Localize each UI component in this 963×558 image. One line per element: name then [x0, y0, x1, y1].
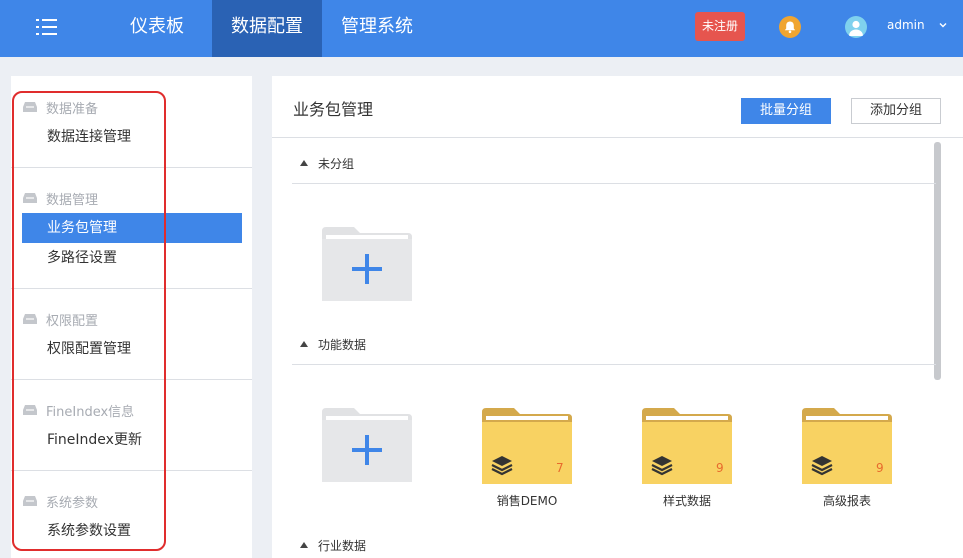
- sidebar-item-multipath[interactable]: 多路径设置: [22, 243, 242, 273]
- section-header-ungrouped[interactable]: 未分组: [300, 155, 354, 171]
- tray-icon: [23, 314, 37, 324]
- package-count: 7: [556, 461, 564, 475]
- folder-icon: 9: [642, 408, 732, 484]
- package-name: 销售DEMO: [496, 494, 558, 508]
- tray-icon: [23, 405, 37, 415]
- package-card[interactable]: 9 样式数据: [642, 408, 732, 508]
- divider: [11, 379, 252, 380]
- chevron-down-icon[interactable]: [938, 20, 948, 30]
- section-title: 功能数据: [318, 337, 367, 352]
- tray-icon: [23, 193, 37, 203]
- menu-list-icon[interactable]: [36, 17, 58, 37]
- add-package-folder-icon[interactable]: [322, 227, 412, 301]
- group-title-text: 数据准备: [46, 101, 99, 117]
- sidebar: 数据准备 数据连接管理 数据管理 业务包管理 多路径设置 权限配置 权限配置管理…: [11, 76, 252, 558]
- section-title: 未分组: [318, 156, 355, 171]
- divider: [11, 288, 252, 289]
- unregistered-badge[interactable]: 未注册: [695, 12, 745, 41]
- group-title-text: FineIndex信息: [46, 404, 135, 420]
- divider: [292, 364, 936, 365]
- collapse-triangle-icon: [300, 341, 308, 347]
- sidebar-item-system-params-settings[interactable]: 系统参数设置: [22, 516, 242, 546]
- sidebar-group-fineindex: FineIndex信息: [23, 400, 134, 420]
- package-card[interactable]: 7 销售DEMO: [482, 408, 572, 508]
- section-header-industry-data[interactable]: 行业数据: [300, 537, 366, 553]
- bell-icon[interactable]: [779, 16, 801, 38]
- username[interactable]: admin: [887, 18, 925, 32]
- sidebar-item-permission-management[interactable]: 权限配置管理: [22, 334, 242, 364]
- sidebar-item-fineindex-update[interactable]: FineIndex更新: [22, 425, 242, 455]
- section-title: 行业数据: [318, 538, 367, 553]
- package-card[interactable]: 9 高级报表: [802, 408, 892, 508]
- section-header-function-data[interactable]: 功能数据: [300, 336, 366, 352]
- top-bar: 仪表板 数据配置 管理系统 未注册 admin: [0, 0, 963, 57]
- group-title-text: 系统参数: [46, 495, 99, 511]
- tab-management-system[interactable]: 管理系统: [322, 0, 432, 57]
- add-group-button[interactable]: 添加分组: [851, 98, 941, 124]
- divider: [292, 183, 936, 184]
- folder-icon: 9: [802, 408, 892, 484]
- group-title-text: 数据管理: [46, 192, 99, 208]
- page-title: 业务包管理: [293, 100, 374, 119]
- tab-data-config[interactable]: 数据配置: [212, 0, 322, 57]
- divider: [11, 470, 252, 471]
- sidebar-item-business-package[interactable]: 业务包管理: [22, 213, 242, 243]
- divider: [11, 167, 252, 168]
- sidebar-group-data-prep: 数据准备: [23, 97, 98, 117]
- package-count: 9: [716, 461, 724, 475]
- sidebar-group-system-params: 系统参数: [23, 491, 98, 511]
- tray-icon: [23, 496, 37, 506]
- batch-group-button[interactable]: 批量分组: [741, 98, 831, 124]
- package-name: 高级报表: [822, 494, 871, 508]
- package-name: 样式数据: [662, 494, 711, 508]
- add-package-folder-icon[interactable]: [322, 408, 412, 482]
- sidebar-group-permission: 权限配置: [23, 309, 98, 329]
- user-avatar-icon[interactable]: [845, 16, 867, 38]
- vertical-scrollbar[interactable]: [934, 142, 941, 380]
- tab-dashboard[interactable]: 仪表板: [108, 0, 206, 57]
- folder-icon: 7: [482, 408, 572, 484]
- sidebar-item-data-connection[interactable]: 数据连接管理: [22, 122, 242, 152]
- package-count: 9: [876, 461, 884, 475]
- tray-icon: [23, 102, 37, 112]
- divider: [272, 137, 963, 138]
- collapse-triangle-icon: [300, 542, 308, 548]
- main-panel: 业务包管理 批量分组 添加分组 未分组 功能数据 7 销售DEMO 9 样式数据…: [272, 76, 963, 558]
- sidebar-group-data-management: 数据管理: [23, 188, 98, 208]
- group-title-text: 权限配置: [46, 313, 99, 329]
- collapse-triangle-icon: [300, 160, 308, 166]
